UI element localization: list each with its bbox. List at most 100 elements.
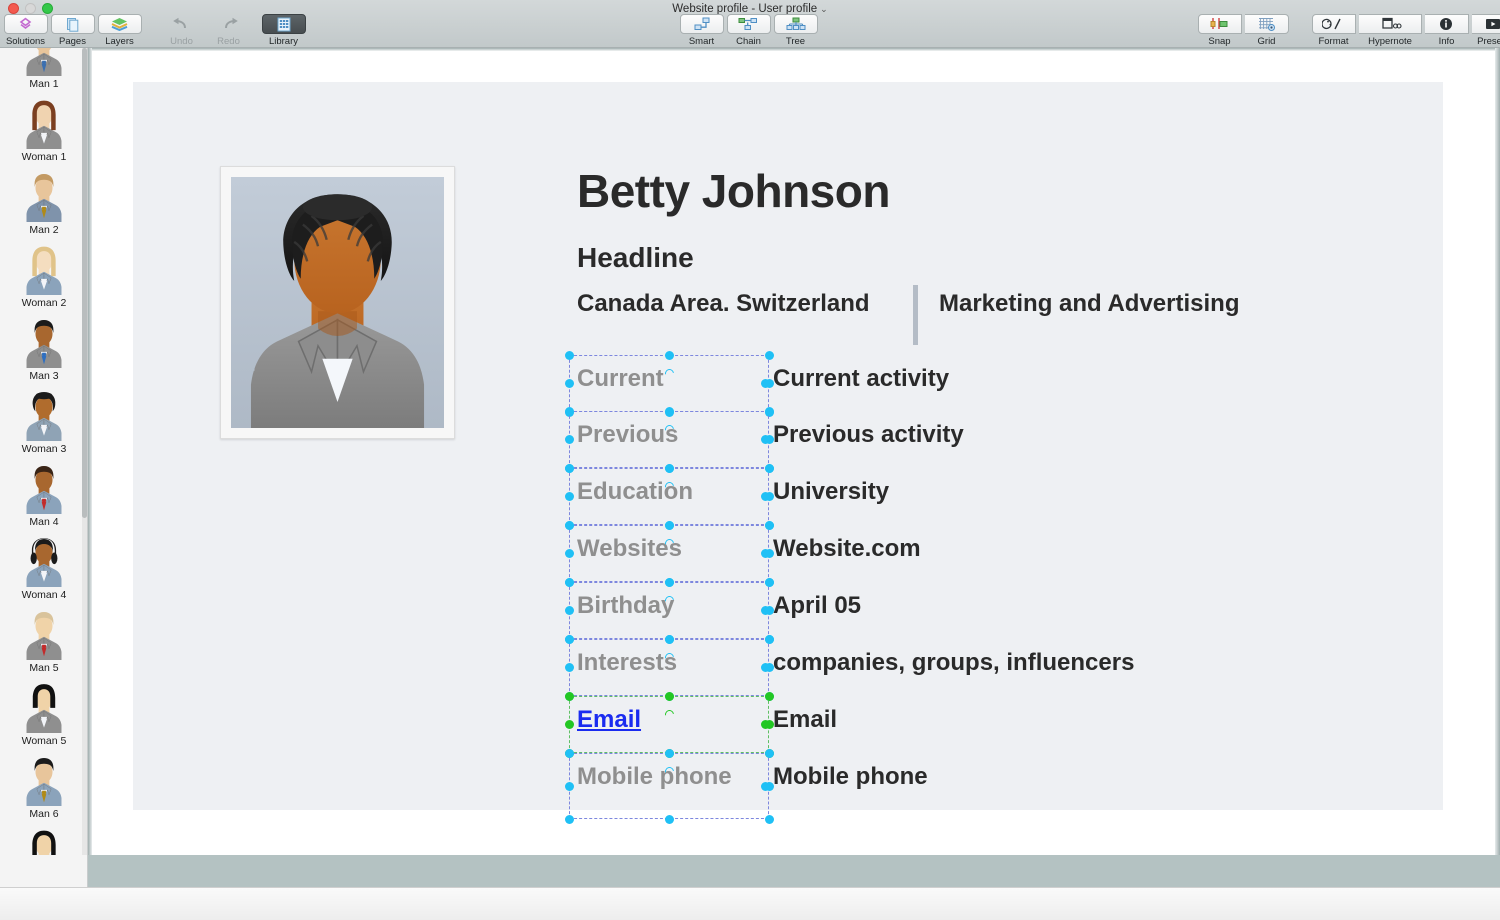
library-item-woman-1[interactable]: Woman 1 xyxy=(0,90,87,163)
row-value[interactable]: Mobile phone xyxy=(773,763,1393,791)
tree-button[interactable]: Tree xyxy=(772,14,819,47)
library-item-man-5[interactable]: Man 5 xyxy=(0,601,87,674)
resize-handle[interactable] xyxy=(564,720,574,729)
resize-handle[interactable] xyxy=(664,577,674,587)
resize-handle[interactable] xyxy=(564,781,574,791)
resize-handle[interactable] xyxy=(564,406,574,416)
value-anchor-handle[interactable] xyxy=(760,492,770,501)
grid-button[interactable]: Grid xyxy=(1243,14,1290,47)
value-anchor-handle[interactable] xyxy=(760,663,770,672)
resize-handle[interactable] xyxy=(764,577,774,587)
selection-box[interactable] xyxy=(569,355,769,412)
undo-button[interactable]: Undo xyxy=(158,14,205,47)
sidebar-scrollbar-thumb[interactable] xyxy=(82,48,87,518)
format-button[interactable]: Format xyxy=(1310,14,1357,47)
resize-handle[interactable] xyxy=(564,492,574,501)
redo-button[interactable]: Redo xyxy=(205,14,252,47)
resize-handle[interactable] xyxy=(764,463,774,473)
library-item-woman-2[interactable]: Woman 2 xyxy=(0,236,87,309)
resize-handle[interactable] xyxy=(564,435,574,444)
resize-handle[interactable] xyxy=(564,634,574,644)
library-sidebar[interactable]: Man 1 Woman 1 Man 2 Woman 2 Man 3 Woman … xyxy=(0,48,88,887)
library-item-man-2[interactable]: Man 2 xyxy=(0,163,87,236)
resize-handle[interactable] xyxy=(764,691,774,701)
value-anchor-handle[interactable] xyxy=(760,379,770,388)
resize-handle[interactable] xyxy=(664,814,674,824)
library-item-woman-5[interactable]: Woman 5 xyxy=(0,674,87,747)
woman-4-thumbnail-icon xyxy=(20,535,68,587)
smart-button[interactable]: Smart xyxy=(678,14,725,47)
chevron-down-icon[interactable]: ⌄ xyxy=(820,4,828,14)
resize-handle[interactable] xyxy=(564,606,574,615)
library-item-man-6[interactable]: Man 6 xyxy=(0,747,87,820)
canvas[interactable]: Betty Johnson Headline Canada Area. Swit… xyxy=(88,48,1500,855)
library-item-woman-4[interactable]: Woman 4 xyxy=(0,528,87,601)
snap-button[interactable]: Snap xyxy=(1196,14,1243,47)
resize-handle[interactable] xyxy=(564,663,574,672)
solutions-button[interactable]: Solutions xyxy=(2,14,49,47)
resize-handle[interactable] xyxy=(564,577,574,587)
row-value[interactable]: April 05 xyxy=(773,592,1393,620)
resize-handle[interactable] xyxy=(564,520,574,530)
library-item-man-3[interactable]: Man 3 xyxy=(0,309,87,382)
row-value[interactable]: companies, groups, influencers xyxy=(773,649,1393,677)
toolbar-right-group: Format Hypernote Info Prese xyxy=(1310,14,1500,47)
resize-handle[interactable] xyxy=(764,814,774,824)
row-value[interactable]: Current activity xyxy=(773,365,1393,393)
resize-handle[interactable] xyxy=(564,691,574,701)
row-value[interactable]: Email xyxy=(773,706,1393,734)
resize-handle[interactable] xyxy=(764,406,774,416)
selection-box[interactable] xyxy=(569,639,769,696)
resize-handle[interactable] xyxy=(664,406,674,416)
resize-handle[interactable] xyxy=(564,748,574,758)
layers-icon xyxy=(97,14,142,34)
hypernote-icon xyxy=(1358,14,1422,34)
library-item-man-4[interactable]: Man 4 xyxy=(0,455,87,528)
profile-page-card[interactable]: Betty Johnson Headline Canada Area. Swit… xyxy=(133,82,1443,824)
value-anchor-handle[interactable] xyxy=(760,435,770,444)
present-label: Present xyxy=(1477,36,1500,47)
resize-handle[interactable] xyxy=(564,549,574,558)
canvas-right-shadow xyxy=(1495,48,1500,855)
value-anchor-handle[interactable] xyxy=(760,549,770,558)
resize-handle[interactable] xyxy=(664,463,674,473)
library-item-label: Man 1 xyxy=(29,78,59,90)
row-value[interactable]: Website.com xyxy=(773,535,1393,563)
resize-handle[interactable] xyxy=(564,350,574,360)
present-button[interactable]: Present xyxy=(1470,14,1500,47)
resize-handle[interactable] xyxy=(664,691,674,701)
grid-icon xyxy=(1244,14,1289,34)
row-value[interactable]: Previous activity xyxy=(773,421,1393,449)
selection-box[interactable] xyxy=(569,582,769,639)
selection-box[interactable] xyxy=(569,696,769,753)
value-anchor-handle[interactable] xyxy=(760,606,770,615)
hypernote-button[interactable]: Hypernote xyxy=(1357,14,1423,47)
resize-handle[interactable] xyxy=(664,350,674,360)
value-anchor-handle[interactable] xyxy=(760,781,770,791)
resize-handle[interactable] xyxy=(564,463,574,473)
resize-handle[interactable] xyxy=(564,814,574,824)
resize-handle[interactable] xyxy=(664,634,674,644)
value-anchor-handle[interactable] xyxy=(760,720,770,729)
selection-box[interactable] xyxy=(569,753,769,819)
resize-handle[interactable] xyxy=(564,379,574,388)
chain-button[interactable]: Chain xyxy=(725,14,772,47)
resize-handle[interactable] xyxy=(764,520,774,530)
resize-handle[interactable] xyxy=(664,748,674,758)
resize-handle[interactable] xyxy=(764,634,774,644)
selection-box[interactable] xyxy=(569,525,769,582)
row-value[interactable]: University xyxy=(773,478,1393,506)
pages-button[interactable]: Pages xyxy=(49,14,96,47)
resize-handle[interactable] xyxy=(764,350,774,360)
selection-box[interactable] xyxy=(569,411,769,468)
library-label: Library xyxy=(268,36,299,47)
library-button[interactable]: Library xyxy=(260,14,307,47)
sidebar-scrollbar[interactable] xyxy=(82,48,87,887)
library-item-man-1[interactable]: Man 1 xyxy=(0,48,87,90)
info-button[interactable]: Info xyxy=(1423,14,1470,47)
library-item-woman-3[interactable]: Woman 3 xyxy=(0,382,87,455)
selection-box[interactable] xyxy=(569,468,769,525)
resize-handle[interactable] xyxy=(664,520,674,530)
layers-button[interactable]: Layers xyxy=(96,14,143,47)
resize-handle[interactable] xyxy=(764,748,774,758)
